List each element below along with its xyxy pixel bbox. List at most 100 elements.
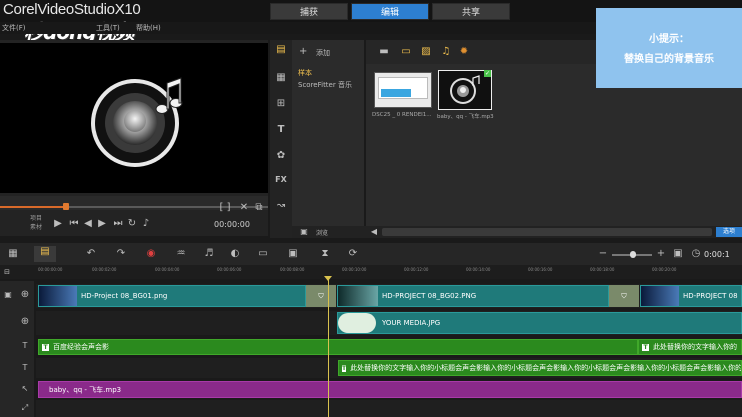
zoom-out-icon[interactable]: − (598, 248, 608, 260)
clock-icon[interactable]: ◷ (690, 248, 702, 260)
ruler-tick: 00:00:04:00 (155, 267, 180, 272)
video-clip-bg03[interactable]: HD-PROJECT 08 (640, 285, 742, 307)
ripple-icon[interactable]: ⟳ (346, 248, 360, 260)
menu-file[interactable]: 文件(F) (2, 22, 26, 34)
title-badge-icon: T (642, 343, 649, 351)
undo-icon[interactable]: ↶ (84, 248, 98, 260)
video-track-visible-icon[interactable]: ⊕ (18, 289, 32, 301)
fit-icon[interactable]: ▣ (672, 248, 684, 260)
home-icon[interactable]: ⏮ (68, 218, 80, 230)
player-timecode[interactable]: 00:00:00 (214, 220, 250, 229)
video-filter-icon[interactable]: ▭ (400, 46, 412, 58)
music-clip[interactable]: baby、qq - 飞车.mp3 (38, 381, 742, 398)
extra-track-icon[interactable]: ⤢ (18, 402, 32, 414)
end-icon[interactable]: ⏭ (112, 218, 124, 230)
motion-track-icon[interactable]: ◐ (228, 248, 242, 260)
title-badge-icon: T (42, 343, 49, 351)
video-clip-bg01[interactable]: HD-Project 08_BG01.png (38, 285, 306, 307)
ruler-tick: 00:00:18:00 (590, 267, 615, 272)
library-item-image-caption: DSC25 _ 0 RENDEI1... (372, 112, 432, 118)
ruler-tick: 00:00:14:00 (466, 267, 491, 272)
folder-scorefitter[interactable]: ScoreFitter 音乐 (298, 80, 352, 90)
volume-icon[interactable]: ♪ (140, 218, 152, 230)
redo-icon[interactable]: ↷ (114, 248, 128, 260)
browse-label[interactable]: 浏览 (316, 228, 328, 237)
time-remap-icon[interactable]: ⧗ (318, 248, 332, 260)
video-clip-bg02[interactable]: HD-PROJECT 08_BG02.PNG (337, 285, 609, 307)
split-icon[interactable]: ✕ (238, 202, 250, 214)
mark-in-out[interactable]: [ ] (214, 202, 236, 214)
scroll-left-icon[interactable]: ◀ (368, 226, 380, 238)
ruler-tick: 00:00:20:00 (652, 267, 677, 272)
audio-filter-icon[interactable]: ♫ (440, 46, 452, 58)
title-badge-icon: T (342, 364, 347, 372)
playhead[interactable] (328, 276, 329, 417)
tab-capture[interactable]: 捕获 (270, 3, 348, 20)
library-item-image[interactable] (374, 72, 432, 108)
subtitle-icon[interactable]: ▭ (256, 248, 270, 260)
library-scrollbar[interactable] (382, 228, 712, 236)
music-track-icon[interactable]: ↖ (18, 383, 32, 395)
record-icon[interactable]: ◉ (144, 248, 158, 260)
add-folder-label[interactable]: 添加 (316, 48, 330, 58)
playhead-marker[interactable] (324, 276, 332, 281)
graphic-icon[interactable]: ✿ (273, 150, 289, 162)
storyboard-view-icon[interactable]: ▦ (6, 248, 20, 260)
multicam-icon[interactable]: ▣ (286, 248, 300, 260)
overlay-track-visible-icon[interactable]: ⊕ (18, 316, 32, 328)
fx-icon[interactable]: FX (273, 174, 289, 186)
folder-samples[interactable]: 样本 (298, 68, 312, 78)
mixer-icon[interactable]: ♒ (174, 248, 188, 260)
tab-share[interactable]: 共享 (432, 3, 510, 20)
menu-help[interactable]: 帮助(H) (136, 22, 161, 34)
mode-clip[interactable]: 素材 (30, 223, 42, 232)
tip-title: 小提示： (649, 34, 689, 45)
transition-clip[interactable]: ⛉ (609, 285, 639, 307)
title-track-1-icon[interactable]: T (18, 340, 32, 352)
title-clip-3[interactable]: T 此处替换你的文字输入你的小标题会声会影输入你的小标题会声会影输入你的小标题会声… (338, 360, 742, 376)
instant-project-icon[interactable]: ▦ (273, 72, 289, 84)
transition-clip[interactable]: ⛉ (306, 285, 336, 307)
tab-edit[interactable]: 编辑 (351, 3, 429, 20)
options-button[interactable]: 选项 (716, 227, 742, 237)
transition-icon[interactable]: ⊞ (273, 98, 289, 110)
scrub-handle[interactable] (63, 203, 69, 210)
zoom-handle[interactable] (630, 251, 636, 258)
check-icon: ✓ (484, 70, 491, 77)
mode-project[interactable]: 项目 (30, 214, 42, 223)
clip-thumbnail (338, 286, 378, 306)
ruler-tick: 00:00:06:00 (217, 267, 242, 272)
clip-thumbnail (338, 313, 376, 333)
title-track-2-icon[interactable]: T (18, 362, 32, 374)
track-manager-icon[interactable]: ⊟ (1, 266, 13, 278)
repeat-icon[interactable]: ↻ (126, 218, 138, 230)
library-item-audio-caption: baby、qq - 飞车.mp3 (437, 114, 494, 120)
title-clip-2[interactable]: T 此处替换你的文字输入你的 (638, 339, 742, 355)
tip-body: 替换自己的背景音乐 (624, 54, 714, 65)
add-folder-icon[interactable]: + (299, 46, 307, 57)
next-frame-icon[interactable]: ▶ (96, 218, 108, 230)
media-category-icon[interactable]: ▤ (273, 44, 289, 56)
tip-box (596, 8, 742, 88)
menu-tools[interactable]: 工具(T) (96, 22, 120, 34)
fx-filter-icon[interactable]: ✹ (458, 46, 470, 58)
play-icon[interactable]: ▶ (52, 218, 64, 230)
clip-thumbnail (39, 286, 77, 306)
timeline-timecode[interactable]: 0:00:1 (704, 250, 730, 259)
browse-icon[interactable]: ▣ (298, 226, 310, 238)
overlay-clip-media[interactable]: YOUR MEDIA.JPG (337, 312, 742, 334)
photo-filter-icon[interactable]: ▨ (420, 46, 432, 58)
timeline-view-icon[interactable]: ▤ (34, 246, 56, 262)
prev-frame-icon[interactable]: ◀ (82, 218, 94, 230)
resize-icon[interactable]: ⧉ (253, 202, 265, 214)
title-icon[interactable]: T (273, 124, 289, 136)
title-clip-1[interactable]: T 百度经验会声会影 (38, 339, 638, 355)
video-track-icon[interactable]: ▣ (2, 289, 14, 301)
path-icon[interactable]: ↝ (273, 200, 289, 212)
ruler-tick: 00:00:00:00 (38, 267, 63, 272)
speaker-music-icon (91, 77, 183, 167)
zoom-in-icon[interactable]: + (656, 248, 666, 260)
scrub-progress (0, 206, 66, 208)
folder-icon[interactable]: ▬ (378, 46, 390, 58)
auto-music-icon[interactable]: ♬ (202, 248, 216, 260)
